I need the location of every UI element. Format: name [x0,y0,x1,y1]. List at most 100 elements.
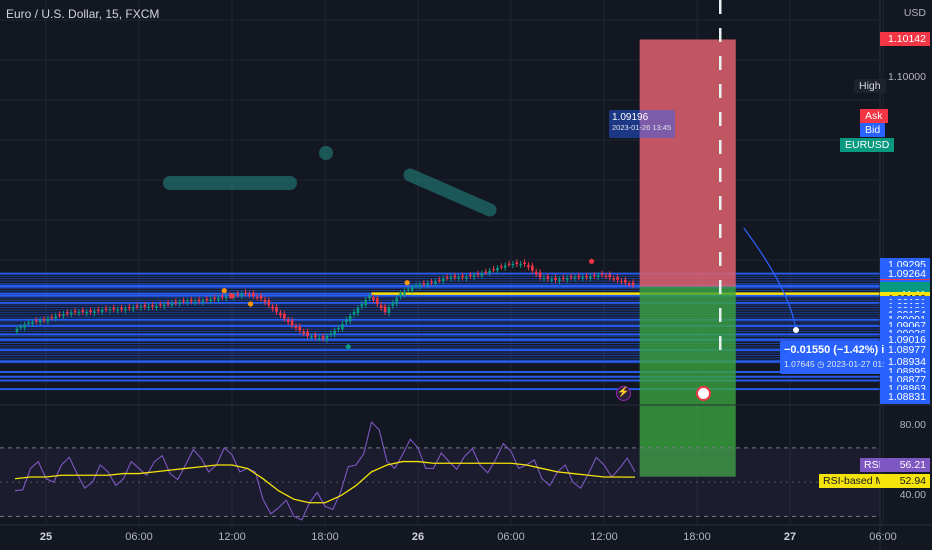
candle-body [186,301,189,303]
candle-body [376,298,379,304]
candle-body [341,324,344,330]
measure-change: −0.01550 (−1.42%) in [784,344,884,356]
candle-body [418,284,422,287]
candle-body [236,293,240,295]
candle-body [263,299,267,302]
bid-tag: Bid [860,123,886,137]
candle-body [275,307,278,312]
candle-body [364,300,367,306]
candle-body [430,281,433,283]
candle-body [221,296,224,298]
candle-body [143,305,147,307]
candle-body [116,309,119,311]
signal-dot [589,258,595,264]
candle-body [523,262,526,264]
candle-body [321,336,325,339]
candle-body [19,326,23,328]
candle-body [69,312,73,315]
candle-body [600,273,604,275]
rsi-value-tag: 56.21 [880,458,930,472]
candle-body [441,278,445,282]
candle-body [135,305,139,307]
symbol-title[interactable]: Euro / U.S. Dollar, 15, FXCM [6,7,159,21]
candle-body [372,297,375,300]
candle-body [399,293,402,297]
candle-body [290,320,294,326]
candle-body [414,285,418,287]
candle-body [484,271,488,273]
candle-body [104,308,108,310]
candle-body [562,277,565,279]
candle-body [469,275,472,277]
candle-body [550,279,553,281]
candle-body [50,317,54,319]
candle-body [360,304,364,307]
candle-body [410,287,414,291]
signal-dot [345,344,351,350]
candle-body [302,331,305,334]
candle-body [124,308,127,311]
signal-dot [221,288,227,294]
candle-body [554,277,557,280]
lightning-event-icon[interactable]: ⚡ [616,386,631,401]
candle-body [27,322,30,324]
position-measure-label[interactable]: −0.01550 (−1.42%) in 1.07645 ◷ 2023-01-2… [780,341,884,374]
candle-body [23,324,26,328]
candle-body [395,298,398,304]
candle-body [283,313,286,319]
axis-currency[interactable]: USD [880,6,930,20]
candle-body [445,277,449,279]
candle-body [631,282,635,286]
candle-body [205,299,209,301]
candle-body [166,303,170,305]
candle-body [209,299,212,302]
candle-body [534,271,538,274]
candle-body [77,312,81,314]
candle-body [503,265,507,268]
candle-body [496,268,499,271]
time-label: 06:00 [497,531,525,543]
candle-body [131,307,135,310]
candle-body [608,274,612,278]
candle-body [89,310,92,312]
candle-body [368,296,371,299]
candle-body [325,336,329,340]
candle-body [201,300,205,303]
candle-body [224,296,228,299]
price-label-1-08831: 1.08831 [880,390,930,405]
candle-body [457,277,460,279]
brush-dot [319,146,333,160]
candle-body [310,336,313,338]
chart-canvas[interactable] [0,0,932,550]
candle-body [255,297,259,299]
measure-target: 1.07645 ◷ 2023-01-27 01: [784,359,884,369]
candle-body [434,281,437,284]
candle-body [248,294,251,296]
candle-body [620,281,623,283]
candle-body [480,273,484,276]
ask-tag: Ask [860,109,888,123]
candle-body [573,277,577,279]
candle-body [217,298,220,300]
candle-body [100,310,104,312]
rsi-tick-80: 80.00 [899,419,926,431]
time-label: 27 [783,531,797,543]
candle-body [348,316,352,322]
candle-body [190,299,193,302]
candle-body [178,302,181,304]
time-label: 06:00 [869,531,897,543]
time-label: 18:00 [683,531,711,543]
candle-body [66,312,69,314]
candle-body [492,269,495,271]
candle-body [596,275,600,278]
candle-body [507,263,511,265]
us-flag-event-icon[interactable] [696,386,711,401]
candle-body [438,279,441,281]
candle-body [627,283,631,285]
candle-body [383,306,387,312]
candle-body [593,275,596,277]
candle-body [193,301,197,303]
candle-body [476,273,480,275]
stop-loss-zone [639,39,736,287]
candle-body [128,307,131,309]
